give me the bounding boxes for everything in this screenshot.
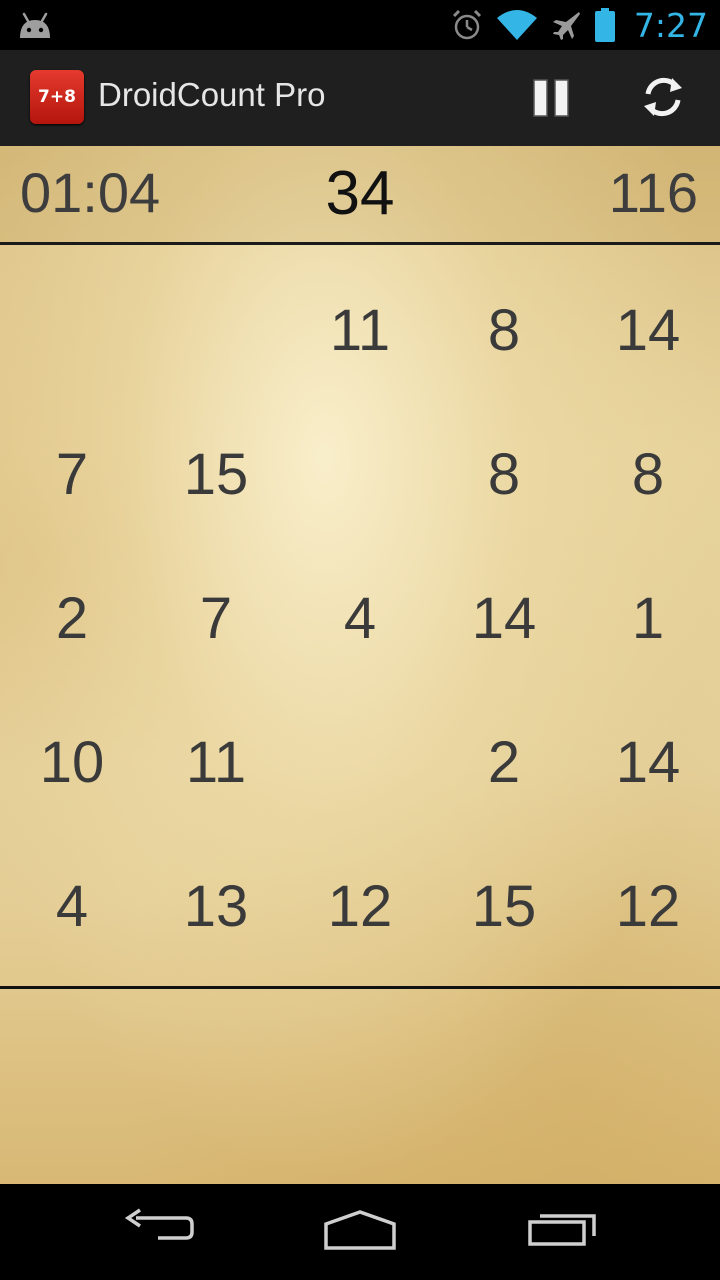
battery-icon xyxy=(594,8,615,42)
app-icon-text: 7+8 xyxy=(38,87,76,107)
grid-cell[interactable]: 14 xyxy=(432,546,576,690)
score: 116 xyxy=(608,161,698,224)
grid-cell[interactable]: 12 xyxy=(288,834,432,978)
grid-cell[interactable] xyxy=(288,690,432,834)
grid-cell[interactable]: 11 xyxy=(288,258,432,402)
grid-cell[interactable]: 15 xyxy=(432,834,576,978)
grid-cell[interactable]: 14 xyxy=(576,258,720,402)
grid-cell[interactable]: 1 xyxy=(576,546,720,690)
status-bar: 7:27 xyxy=(0,0,720,50)
app-icon[interactable]: 7+8 xyxy=(30,70,84,124)
grid-cell[interactable]: 14 xyxy=(576,690,720,834)
wifi-icon xyxy=(496,10,537,40)
pause-icon[interactable] xyxy=(530,78,574,118)
game-board: 01:04 34 116 11 8 14 7 15 8 8 2 7 4 14 1… xyxy=(0,146,720,1184)
grid-cell[interactable]: 4 xyxy=(288,546,432,690)
grid-cell[interactable]: 2 xyxy=(432,690,576,834)
clock: 7:27 xyxy=(633,5,708,45)
grid-cell[interactable]: 13 xyxy=(144,834,288,978)
grid-cell[interactable]: 11 xyxy=(144,690,288,834)
grid-cell[interactable]: 7 xyxy=(144,546,288,690)
back-icon[interactable] xyxy=(122,1208,196,1248)
grid-cell[interactable]: 4 xyxy=(0,834,144,978)
stats-bar: 01:04 34 116 xyxy=(0,146,720,245)
home-icon[interactable] xyxy=(322,1208,398,1252)
android-icon xyxy=(20,12,50,38)
grid-cell[interactable]: 12 xyxy=(576,834,720,978)
app-title: DroidCount Pro xyxy=(98,76,326,113)
grid-cell[interactable]: 15 xyxy=(144,402,288,546)
grid-cell[interactable]: 8 xyxy=(432,402,576,546)
airplane-icon xyxy=(552,12,580,40)
grid-cell[interactable]: 7 xyxy=(0,402,144,546)
recents-icon[interactable] xyxy=(526,1208,598,1248)
bottom-divider xyxy=(0,986,720,989)
action-bar: 7+8 DroidCount Pro xyxy=(0,50,720,148)
grid-cell[interactable]: 2 xyxy=(0,546,144,690)
grid-cell[interactable]: 8 xyxy=(576,402,720,546)
grid-cell[interactable] xyxy=(288,402,432,546)
grid-cell[interactable] xyxy=(144,258,288,402)
alarm-icon xyxy=(452,9,481,40)
grid-cell[interactable]: 10 xyxy=(0,690,144,834)
refresh-icon[interactable] xyxy=(638,72,688,122)
navigation-bar xyxy=(0,1184,720,1280)
grid-cell[interactable] xyxy=(0,258,144,402)
grid-cell[interactable]: 8 xyxy=(432,258,576,402)
